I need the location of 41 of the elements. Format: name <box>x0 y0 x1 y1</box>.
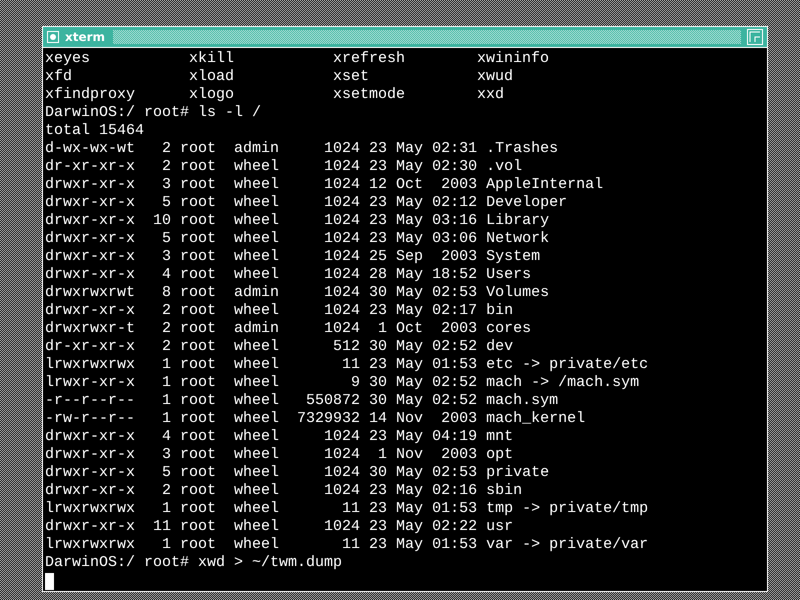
command-name: xrefresh <box>333 50 406 68</box>
terminal-line: drwxr-xr-x 3 root wheel 1024 1 Nov 2003 opt <box>45 446 514 464</box>
command-name: xsetmode <box>333 86 406 104</box>
command-name: xload <box>189 68 236 86</box>
command-name: xfd <box>45 68 74 86</box>
terminal-line: lrwxrwxrwx 1 root wheel 11 23 May 01:53 etc -> private/etc <box>45 356 650 374</box>
terminal-line: drwxr-xr-x 11 root wheel 1024 23 May 02:22 usr <box>45 518 514 536</box>
resize-icon[interactable] <box>747 29 763 45</box>
terminal-line: drwxr-xr-x 5 root wheel 1024 23 May 03:06 Network <box>45 230 550 248</box>
close-icon[interactable] <box>47 31 59 43</box>
command-name: xlogo <box>189 86 236 104</box>
terminal-line: drwxr-xr-x 5 root wheel 1024 30 May 02:53 private <box>45 464 550 482</box>
terminal-line: drwxr-xr-x 4 root wheel 1024 23 May 04:19 mnt <box>45 428 514 446</box>
terminal-line: drwxr-xr-x 2 root wheel 1024 23 May 02:17 bin <box>45 302 514 320</box>
terminal-line: drwxrwxrwt 8 root admin 1024 30 May 02:53 Volumes <box>45 284 550 302</box>
command-name: xwud <box>477 68 514 86</box>
window-title: xterm <box>65 30 106 44</box>
terminal-line: total 15464 <box>45 122 146 140</box>
terminal-line: drwxrwxr-t 2 root admin 1024 1 Oct 2003 cores <box>45 320 532 338</box>
terminal-line: dr-xr-xr-x 2 root wheel 512 30 May 02:52 dev <box>45 338 514 356</box>
terminal-line: -rw-r--r-- 1 root wheel 7329932 14 Nov 2003 mach_kernel <box>45 410 586 428</box>
command-name: xset <box>333 68 370 86</box>
command-name: xeyes <box>45 50 92 68</box>
terminal-line: DarwinOS:/ root# ls -l / <box>45 104 262 122</box>
terminal-line: lrwxrwxrwx 1 root wheel 11 23 May 01:53 var -> private/var <box>45 536 650 554</box>
terminal-line: d-wx-wx-wt 2 root admin 1024 23 May 02:31 .Trashes <box>45 140 560 158</box>
terminal-line: drwxr-xr-x 3 root wheel 1024 25 Sep 2003 System <box>45 248 542 266</box>
terminal-line: drwxr-xr-x 3 root wheel 1024 12 Oct 2003 AppleInternal <box>45 176 604 194</box>
terminal-line: drwxr-xr-x 4 root wheel 1024 28 May 18:52 Users <box>45 266 532 284</box>
terminal-line: lrwxrwxrwx 1 root wheel 11 23 May 01:53 tmp -> private/tmp <box>45 500 650 518</box>
terminal-line: lrwxr-xr-x 1 root wheel 9 30 May 02:52 mach -> /mach.sym <box>45 374 640 392</box>
command-name: xxd <box>477 86 506 104</box>
terminal-line: dr-xr-xr-x 2 root wheel 1024 23 May 02:30 .vol <box>45 158 524 176</box>
command-name: xkill <box>189 50 236 68</box>
command-name: xfindproxy <box>45 86 136 104</box>
terminal-line: drwxr-xr-x 10 root wheel 1024 23 May 03:16 Library <box>45 212 550 230</box>
command-name: xwininfo <box>477 50 550 68</box>
terminal-line: DarwinOS:/ root# xwd > ~/twm.dump <box>45 554 344 572</box>
terminal-line: drwxr-xr-x 2 root wheel 1024 23 May 02:16 sbin <box>45 482 524 500</box>
terminal-line: drwxr-xr-x 5 root wheel 1024 23 May 02:12 Developer <box>45 194 568 212</box>
terminal-line: -r--r--r-- 1 root wheel 550872 30 May 02:52 mach.sym <box>45 392 560 410</box>
